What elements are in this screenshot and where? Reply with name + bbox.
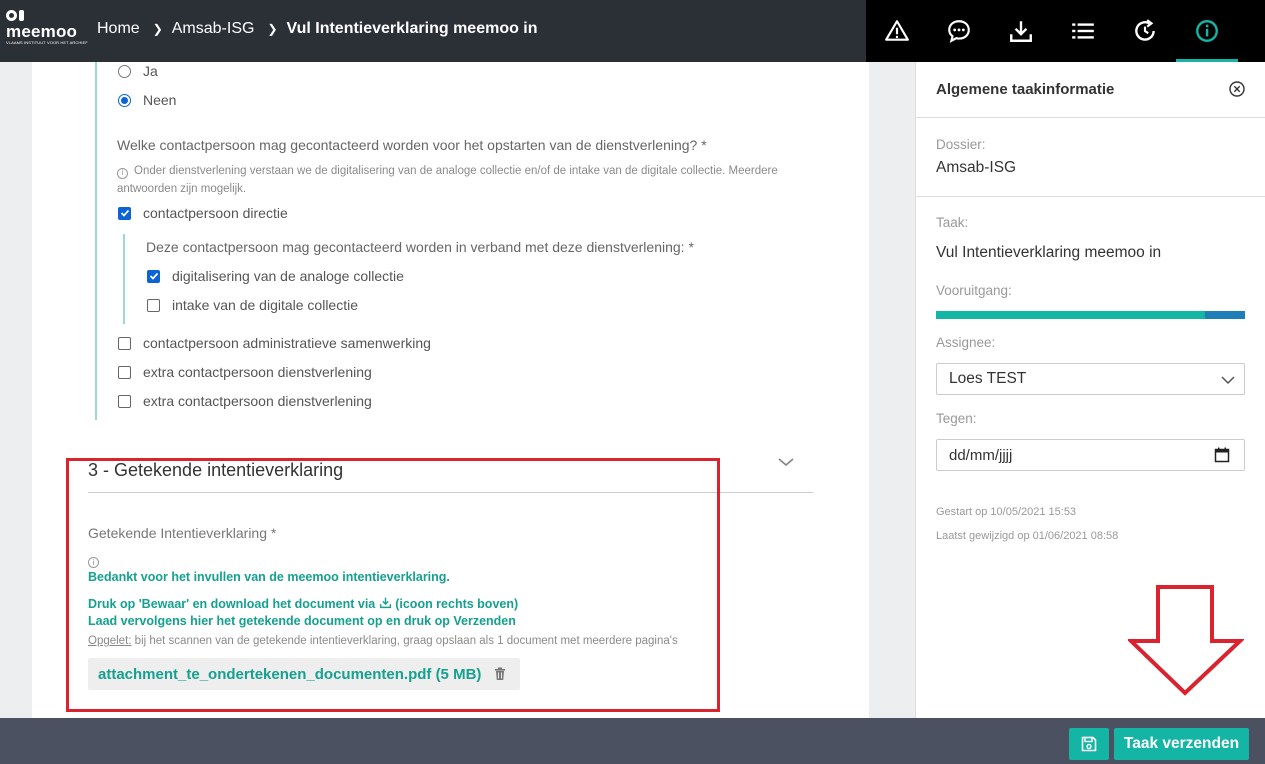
- logo-text: meemoo: [6, 22, 78, 41]
- info-icon: [1196, 20, 1218, 42]
- toolbar: [866, 0, 1265, 62]
- meemoo-logo[interactable]: meemoo VLAAMS INSTITUUT VOOR HET ARCHIEF: [6, 10, 88, 50]
- checkbox-digitalisering[interactable]: digitalisering van de analoge collectie: [147, 268, 404, 284]
- checkbox-label: digitalisering van de analoge collectie: [172, 268, 404, 284]
- panel-header: Algemene taakinformatie: [916, 62, 1265, 118]
- warning-button[interactable]: [866, 0, 928, 62]
- subquestion-group-line: [123, 234, 125, 324]
- download-button[interactable]: [990, 0, 1052, 62]
- radio-neen-label: Neen: [143, 92, 177, 108]
- list-icon: [1072, 23, 1094, 39]
- info-icon: i: [117, 167, 128, 179]
- footer-bar: Taak verzenden: [0, 718, 1265, 764]
- red-arrow-down-icon: [1128, 585, 1244, 696]
- history-button[interactable]: [1114, 0, 1176, 62]
- progress-fill: [936, 311, 1205, 319]
- warning-icon: [885, 20, 909, 41]
- question-label: Welke contactpersoon mag gecontacteerd w…: [117, 137, 707, 153]
- tegen-label: Tegen:: [936, 411, 977, 426]
- panel-divider: [916, 196, 1265, 197]
- checkbox[interactable]: [147, 298, 160, 312]
- radio-ja-label: Ja: [143, 63, 158, 79]
- hint-text: Onder dienstverlening verstaan we de dig…: [117, 165, 778, 195]
- check-icon: [120, 209, 129, 217]
- history-icon: [1135, 19, 1155, 41]
- radio-ja[interactable]: [118, 64, 131, 78]
- modified-text: Laatst gewijzigd op 01/06/2021 08:58: [936, 530, 1119, 542]
- list-button[interactable]: [1052, 0, 1114, 62]
- radio-neen[interactable]: [118, 93, 131, 107]
- assignee-select[interactable]: Loes TEST: [936, 363, 1245, 395]
- check-icon: [149, 272, 158, 280]
- radio-option-ja[interactable]: Ja: [118, 63, 158, 79]
- started-text: Gestart op 10/05/2021 15:53: [936, 506, 1077, 518]
- breadcrumb-home[interactable]: Home: [97, 20, 140, 38]
- comment-icon: [948, 20, 970, 43]
- assignee-label: Assignee:: [936, 335, 996, 350]
- chevron-right-icon: ❯: [267, 22, 278, 36]
- checkbox-label: contactpersoon directie: [143, 205, 288, 221]
- date-placeholder: dd/mm/jjjj: [949, 446, 1013, 464]
- chevron-right-icon: ❯: [152, 22, 163, 36]
- checkbox[interactable]: [147, 269, 160, 283]
- logo-subtitle: VLAAMS INSTITUUT VOOR HET ARCHIEF: [6, 40, 88, 45]
- breadcrumb-dossier[interactable]: Amsab-ISG: [172, 20, 255, 38]
- download-icon: [1010, 21, 1032, 42]
- checkbox-label: extra contactpersoon dienstverlening: [143, 364, 372, 380]
- checkbox[interactable]: [118, 206, 131, 220]
- radio-option-neen[interactable]: Neen: [118, 92, 176, 108]
- checkbox-label: intake van de digitale collectie: [172, 297, 359, 313]
- calendar-icon[interactable]: [1214, 447, 1230, 463]
- top-bar: meemoo VLAAMS INSTITUUT VOOR HET ARCHIEF…: [0, 0, 1265, 62]
- breadcrumb-current: Vul Intentieverklaring meemoo in: [286, 20, 538, 37]
- dossier-label: Dossier:: [936, 137, 986, 152]
- dossier-value: Amsab-ISG: [936, 159, 1017, 176]
- close-icon[interactable]: [1229, 81, 1245, 97]
- checkbox-intake[interactable]: intake van de digitale collectie: [147, 297, 358, 313]
- checkbox-label: extra contactpersoon dienstverlening: [143, 393, 372, 409]
- checkbox-extra-1[interactable]: extra contactpersoon dienstverlening: [118, 364, 372, 380]
- save-button[interactable]: [1069, 728, 1109, 760]
- chevron-down-icon[interactable]: [776, 452, 796, 472]
- chevron-down-icon: [1221, 376, 1235, 385]
- checkbox-label: contactpersoon administratieve samenwerk…: [143, 335, 431, 351]
- checkbox-extra-2[interactable]: extra contactpersoon dienstverlening: [118, 393, 372, 409]
- taak-label: Taak:: [936, 215, 969, 230]
- date-input[interactable]: dd/mm/jjjj: [936, 439, 1245, 471]
- assignee-value: Loes TEST: [949, 370, 1027, 387]
- progress-bar: [936, 311, 1245, 319]
- checkbox[interactable]: [118, 365, 131, 379]
- checkbox[interactable]: [118, 336, 131, 350]
- panel-title: Algemene taakinformatie: [936, 81, 1115, 98]
- info-button[interactable]: [1176, 0, 1238, 62]
- question-hint: i Onder dienstverlening verstaan we de di…: [117, 162, 837, 198]
- breadcrumb: Home ❯ Amsab-ISG ❯ Vul Intentieverklarin…: [97, 20, 538, 38]
- send-task-button[interactable]: Taak verzenden: [1114, 728, 1249, 760]
- checkbox-directie[interactable]: contactpersoon directie: [118, 205, 288, 221]
- subquestion-label: Deze contactpersoon mag gecontacteerd wo…: [146, 239, 694, 255]
- highlight-box: [66, 458, 720, 712]
- question-group-line: [95, 62, 97, 420]
- comments-button[interactable]: [928, 0, 990, 62]
- checkbox[interactable]: [118, 394, 131, 408]
- progress-label: Vooruitgang:: [936, 283, 1012, 298]
- checkbox-admin[interactable]: contactpersoon administratieve samenwerk…: [118, 335, 431, 351]
- taak-value: Vul Intentieverklaring meemoo in: [936, 244, 1162, 261]
- logo-mark-icon: [6, 10, 78, 21]
- save-icon: [1081, 736, 1097, 752]
